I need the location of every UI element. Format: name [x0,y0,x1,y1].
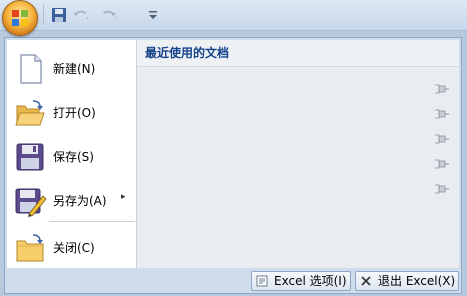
exit-excel-label: 退出 Excel(X) [378,274,456,288]
new-document-icon [20,54,42,84]
office-logo-icon [12,10,28,26]
menu-item-open[interactable]: 打开(O) [7,90,136,134]
excel-options-label: Excel 选项(I) [274,274,347,288]
office-menu: 新建(N) 打开(O) 保存(S) 另存为(A) ▸ 关闭(C) 最近使用的文档… [4,37,462,294]
menu-item-label: 关闭(C) [53,241,95,255]
close-folder-icon [16,234,44,262]
menu-item-label: 新建(N) [53,62,96,76]
menu-item-new[interactable]: 新建(N) [7,46,136,90]
quick-access-toolbar [0,0,467,36]
qat-separator [43,5,44,25]
pin-icon[interactable] [435,184,449,194]
menu-item-close[interactable]: 关闭(C) [7,225,136,269]
menu-footer: Excel 选项(I) 退出 Excel(X) [5,270,461,293]
options-icon [256,275,268,287]
undo-icon[interactable] [72,6,90,24]
menu-item-save[interactable]: 保存(S) [7,134,136,178]
office-button[interactable] [2,0,38,36]
save-icon[interactable] [50,6,68,24]
redo-icon[interactable] [101,6,119,24]
menu-separator [49,221,135,222]
exit-icon [361,276,371,286]
recent-documents-pane: 最近使用的文档 [136,40,459,268]
customize-qat-icon[interactable] [144,6,162,24]
open-folder-icon [15,100,45,126]
excel-options-button[interactable]: Excel 选项(I) [251,271,351,291]
menu-commands-pane: 新建(N) 打开(O) 保存(S) 另存为(A) ▸ 关闭(C) [7,40,136,268]
menu-item-label: 保存(S) [53,150,94,164]
exit-excel-button[interactable]: 退出 Excel(X) [355,271,459,291]
pin-icon[interactable] [435,84,449,94]
menu-item-save-as[interactable]: 另存为(A) ▸ [7,178,136,222]
menu-item-label: 另存为(A) [53,194,107,208]
save-disk-icon [16,143,44,171]
pin-icon[interactable] [435,109,449,119]
save-as-icon [15,188,47,217]
pin-icon[interactable] [435,134,449,144]
submenu-arrow-icon: ▸ [121,192,126,202]
recent-documents-title: 最近使用的文档 [137,40,459,67]
menu-item-label: 打开(O) [53,106,96,120]
pin-icon[interactable] [435,159,449,169]
